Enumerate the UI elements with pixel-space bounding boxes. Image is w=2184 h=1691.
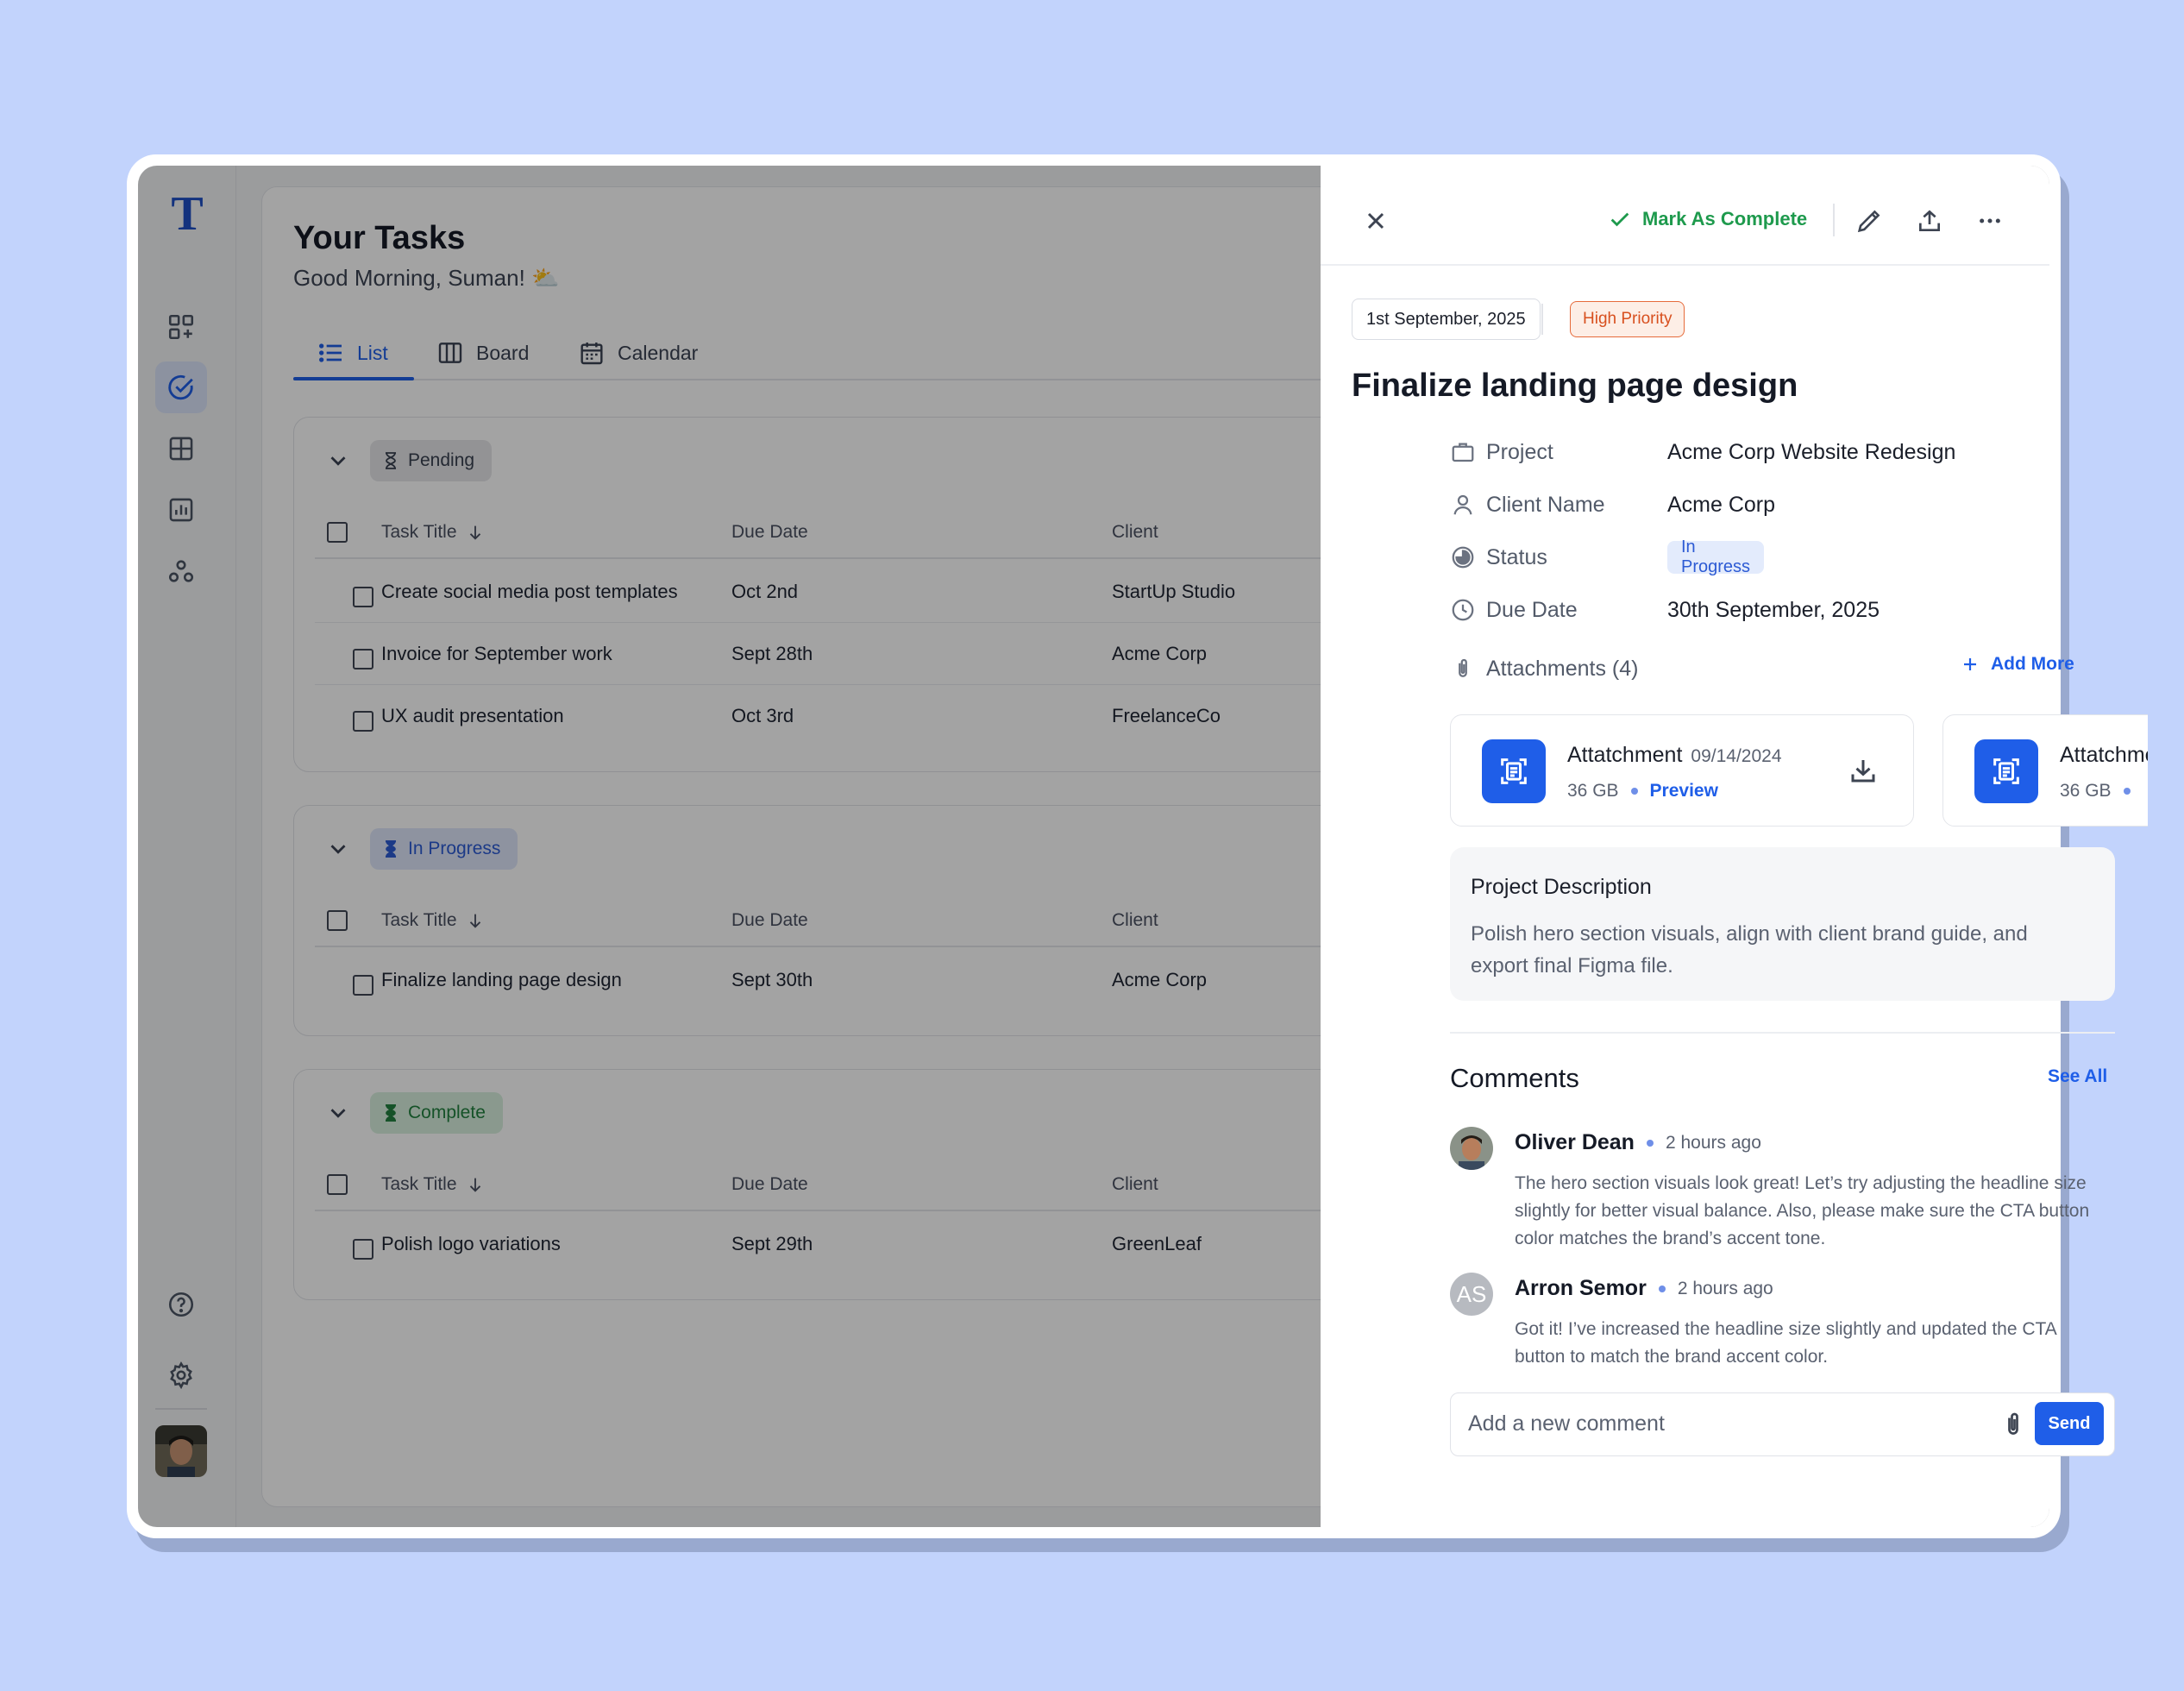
priority-badge[interactable]: High Priority	[1570, 301, 1685, 337]
comment-author[interactable]: Oliver Dean	[1515, 1130, 1635, 1155]
panel-toolbar: Mark As Complete	[1321, 166, 2049, 266]
section-divider	[1450, 1032, 2115, 1034]
clock-icon	[1452, 599, 1474, 621]
status-progress-icon	[1452, 546, 1474, 569]
status-label: Status	[1486, 544, 1547, 569]
plus-icon	[1964, 658, 1976, 670]
attachment-name: Attatchment	[2060, 743, 2148, 767]
attachments-label: Attachments (4)	[1486, 656, 1639, 681]
property-status: Status In Progress	[1450, 537, 1765, 576]
comment-item: Oliver Dean 2 hours ago The hero section…	[1450, 1127, 2115, 1256]
comment-time: 2 hours ago	[1665, 1132, 1761, 1153]
project-label: Project	[1486, 439, 1553, 464]
comment-text: The hero section visuals look great! Let…	[1515, 1173, 2090, 1248]
project-value[interactable]: Acme Corp Website Redesign	[1667, 440, 1955, 465]
comment-item: AS Arron Semor 2 hours ago Got it! I’ve …	[1450, 1273, 2115, 1376]
project-description: Project Description Polish hero section …	[1450, 847, 2115, 1001]
see-all-link[interactable]: See All	[2048, 1066, 2107, 1087]
attachment-name-row: Attatchment 09/14/2024	[1567, 743, 1782, 768]
upload-icon	[1919, 210, 1940, 231]
attachment-date: 09/14/2024	[1691, 746, 1782, 766]
edit-button[interactable]	[1852, 204, 1886, 238]
more-options-button[interactable]	[1973, 204, 2007, 238]
attachment-name: Attatchment	[1567, 743, 1683, 767]
paperclip-icon	[1459, 658, 1467, 677]
property-client: Client Name Acme Corp	[1450, 487, 1775, 522]
close-button[interactable]	[1360, 205, 1391, 236]
separator-dot	[1630, 788, 1638, 795]
comment-header: Arron Semor 2 hours ago	[1515, 1276, 1773, 1301]
mark-complete-label: Mark As Complete	[1642, 208, 1808, 229]
attachment-meta: 36 GB Preview	[1567, 781, 1718, 801]
property-project: Project Acme Corp Website Redesign	[1450, 435, 1955, 469]
due-date-label: Due Date	[1486, 597, 1578, 622]
preview-link[interactable]: Preview	[1650, 781, 1718, 801]
attachment-card[interactable]: Attatchment 09/14/2024 36 GB Preview	[1450, 714, 1914, 827]
add-more-label: Add More	[1991, 654, 2074, 674]
attachments-header: Attachments (4)	[1450, 651, 1638, 686]
attachment-meta: 36 GB	[2060, 781, 2131, 801]
attachment-size: 36 GB	[1567, 781, 1619, 801]
comment-author[interactable]: Arron Semor	[1515, 1276, 1647, 1301]
separator-dot	[1658, 1285, 1666, 1292]
date-chip[interactable]: 1st September, 2025	[1352, 299, 1541, 340]
separator-dot	[2123, 788, 2131, 795]
comment-text: Got it! I’ve increased the headline size…	[1515, 1319, 2056, 1367]
person-icon	[1453, 494, 1472, 515]
document-scan-icon	[1974, 739, 2038, 803]
separator-dot	[1646, 1139, 1654, 1147]
check-icon	[1610, 212, 1629, 227]
mark-complete-button[interactable]: Mark As Complete	[1608, 207, 1807, 231]
attachments-carousel[interactable]: Attatchment 09/14/2024 36 GB Preview Atta…	[1450, 714, 2148, 827]
document-scan-icon	[1482, 739, 1546, 803]
comments-title: Comments	[1450, 1063, 1579, 1093]
client-value[interactable]: Acme Corp	[1667, 493, 1775, 518]
description-title: Project Description	[1471, 875, 1652, 899]
attachment-card[interactable]: Attatchment 36 GB	[1942, 714, 2148, 827]
download-icon[interactable]	[1848, 755, 1879, 786]
status-badge[interactable]: In Progress	[1667, 537, 1765, 576]
client-label: Client Name	[1486, 492, 1605, 517]
comment-input[interactable]: Add a new comment	[1468, 1411, 1665, 1436]
toolbar-divider	[1833, 204, 1835, 236]
attachment-size: 36 GB	[2060, 781, 2112, 801]
comment-time: 2 hours ago	[1677, 1278, 1773, 1298]
due-date-value[interactable]: 30th September, 2025	[1667, 598, 1880, 623]
task-title: Finalize landing page design	[1352, 368, 1798, 404]
send-button[interactable]: Send	[2035, 1402, 2104, 1445]
attachment-name-row: Attatchment	[2060, 743, 2148, 768]
property-due-date: Due Date 30th September, 2025	[1450, 593, 1880, 627]
chip-divider	[1541, 304, 1543, 335]
description-text: Polish hero section visuals, align with …	[1471, 922, 2028, 978]
avatar[interactable]	[1450, 1127, 1493, 1170]
more-dots-icon	[1980, 218, 2000, 223]
attach-paperclip-icon[interactable]	[1998, 1409, 2029, 1440]
close-icon	[1367, 212, 1384, 229]
comment-composer: Add a new comment Send	[1450, 1392, 2115, 1456]
briefcase-icon	[1452, 443, 1474, 462]
comment-header: Oliver Dean 2 hours ago	[1515, 1130, 1761, 1155]
add-more-button[interactable]: Add More	[1960, 654, 2074, 675]
avatar[interactable]: AS	[1450, 1273, 1493, 1316]
pencil-icon	[1857, 210, 1880, 233]
share-button[interactable]	[1912, 204, 1947, 238]
